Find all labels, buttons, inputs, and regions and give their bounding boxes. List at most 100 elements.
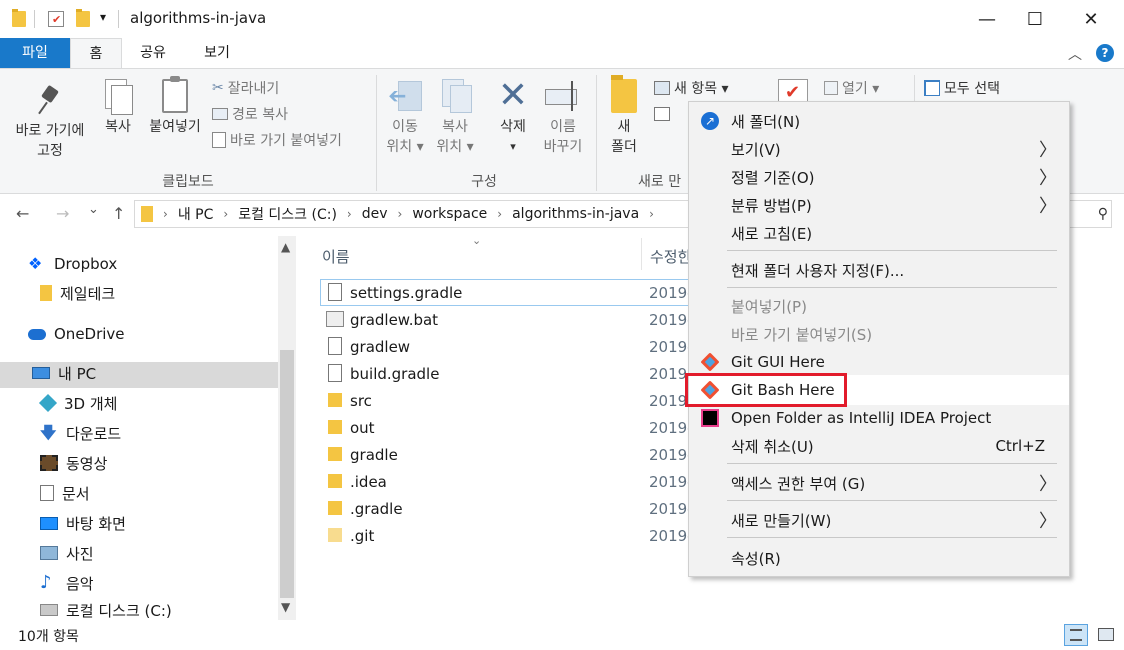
nav-item-3d-objects[interactable]: 3D 개체 xyxy=(38,388,117,418)
scroll-down-button[interactable]: ▼ xyxy=(281,600,290,614)
folder-row[interactable]: .gradle 2019- xyxy=(322,496,693,522)
scroll-up-button[interactable]: ▲ xyxy=(281,240,290,254)
nav-scrollbar-thumb[interactable] xyxy=(280,350,294,598)
menu-item-sort-by[interactable]: 정렬 기준(O) 〉 xyxy=(689,163,1069,191)
minimize-button[interactable]: — xyxy=(964,0,1010,38)
menu-item-properties[interactable]: 속성(R) xyxy=(689,544,1069,572)
file-row[interactable]: settings.gradle 2019- xyxy=(322,280,693,306)
breadcrumb-dev[interactable]: dev xyxy=(362,206,388,222)
paste-shortcut-button[interactable]: 바로 가기 붙여넣기 xyxy=(212,129,342,151)
breadcrumb-separator: › xyxy=(346,207,352,221)
close-button[interactable]: ✕ xyxy=(1068,0,1114,38)
file-row[interactable]: build.gradle 2019- xyxy=(322,361,693,387)
computer-icon xyxy=(32,367,50,379)
move-to-button[interactable]: 이동 위치 ▾ xyxy=(382,79,428,157)
menu-label: 보기(V) xyxy=(731,140,781,159)
scissors-icon: ✂ xyxy=(212,80,224,96)
new-folder-quick-access-icon[interactable] xyxy=(76,9,90,27)
folder-row[interactable]: .idea 2019- xyxy=(322,469,693,495)
menu-item-new[interactable]: 새로 만들기(W) 〉 xyxy=(689,506,1069,534)
menu-item-new-folder[interactable]: ↗ 새 폴더(N) xyxy=(689,107,1069,135)
menu-label: 새로 만들기(W) xyxy=(731,511,832,530)
copy-label: 복사 xyxy=(105,119,131,135)
nav-item-music[interactable]: ♪ 음악 xyxy=(40,568,94,598)
tab-view[interactable]: 보기 xyxy=(184,38,250,68)
file-row[interactable]: gradlew 2019- xyxy=(322,334,693,360)
forward-button[interactable]: → xyxy=(56,204,69,223)
column-header-date-modified[interactable]: 수정한 xyxy=(650,246,691,267)
select-all-button[interactable]: 모두 선택 xyxy=(924,77,1000,99)
breadcrumb-local-disk[interactable]: 로컬 디스크 (C:) xyxy=(238,204,337,224)
easy-access-button[interactable] xyxy=(654,103,670,125)
copy-to-label: 위치 ▾ xyxy=(436,139,474,155)
collapse-ribbon-button[interactable]: ︿ xyxy=(1068,44,1082,64)
nav-item-this-pc[interactable]: 내 PC xyxy=(32,358,96,388)
copy-path-button[interactable]: 경로 복사 xyxy=(212,103,288,125)
divider xyxy=(118,10,119,28)
up-button[interactable]: ↑ xyxy=(112,204,125,223)
address-bar[interactable]: › 내 PC › 로컬 디스크 (C:) › dev › workspace ›… xyxy=(134,200,690,228)
new-folder-icon: ↗ xyxy=(701,112,719,130)
menu-separator xyxy=(727,463,1057,464)
pin-to-quick-access-button[interactable]: 바로 가기에 고정 xyxy=(8,83,92,161)
menu-item-view[interactable]: 보기(V) 〉 xyxy=(689,135,1069,163)
nav-item-jeiltech[interactable]: 제일테크 xyxy=(40,278,115,308)
recent-locations-button[interactable]: ⌄ xyxy=(88,202,99,217)
properties-quick-access-icon[interactable]: ✔ xyxy=(48,11,64,27)
select-all-icon xyxy=(924,80,940,96)
nav-item-videos[interactable]: 동영상 xyxy=(40,448,107,478)
menu-item-give-access[interactable]: 액세스 권한 부여 (G) 〉 xyxy=(689,469,1069,497)
search-icon[interactable]: ⚲ xyxy=(1098,206,1108,222)
menu-item-git-gui[interactable]: Git GUI Here xyxy=(689,348,1069,376)
large-icons-view-button[interactable] xyxy=(1094,624,1118,646)
nav-item-label: Dropbox xyxy=(54,255,118,273)
menu-item-refresh[interactable]: 새로 고침(E) xyxy=(689,219,1069,247)
folder-row[interactable]: .git 2019- xyxy=(322,523,693,549)
copy-to-button[interactable]: 복사 위치 ▾ xyxy=(432,79,478,157)
folder-row[interactable]: src 2019- xyxy=(322,388,693,414)
breadcrumb-workspace[interactable]: workspace xyxy=(412,206,487,222)
delete-button[interactable]: ✕ 삭제 ▾ xyxy=(490,75,536,157)
nav-item-desktop[interactable]: 바탕 화면 xyxy=(40,508,126,538)
copy-button[interactable]: 복사 xyxy=(98,79,138,137)
menu-item-group-by[interactable]: 분류 방법(P) 〉 xyxy=(689,191,1069,219)
nav-item-documents[interactable]: 문서 xyxy=(40,478,90,508)
nav-item-local-disk[interactable]: 로컬 디스크 (C:) xyxy=(40,598,172,622)
nav-item-pictures[interactable]: 사진 xyxy=(40,538,94,568)
help-icon[interactable]: ? xyxy=(1096,44,1114,62)
rename-button[interactable]: 이름 바꾸기 xyxy=(540,79,586,157)
menu-item-undo-delete[interactable]: 삭제 취소(U) Ctrl+Z xyxy=(689,432,1069,460)
tab-share[interactable]: 공유 xyxy=(124,38,182,68)
tab-file[interactable]: 파일 xyxy=(0,38,70,68)
nav-item-dropbox[interactable]: ❖ Dropbox xyxy=(28,249,117,279)
file-row[interactable]: gradlew.bat 2019- xyxy=(322,307,693,333)
cut-button[interactable]: ✂ 잘라내기 xyxy=(212,77,279,99)
back-button[interactable]: ← xyxy=(16,204,29,223)
new-folder-button[interactable]: 새 폴더 xyxy=(604,75,644,157)
path-icon xyxy=(212,108,228,120)
paste-button[interactable]: 붙여넣기 xyxy=(144,76,206,137)
menu-item-open-intellij[interactable]: Open Folder as IntelliJ IDEA Project xyxy=(689,404,1069,432)
new-folder-label: 새 xyxy=(617,119,631,135)
nav-item-onedrive[interactable]: OneDrive xyxy=(28,319,125,349)
breadcrumb-algorithms-in-java[interactable]: algorithms-in-java xyxy=(512,206,639,222)
menu-item-customize-folder[interactable]: 현재 폴더 사용자 지정(F)... xyxy=(689,256,1069,284)
column-header-name[interactable]: 이름 xyxy=(322,246,350,267)
delete-x-icon: ✕ xyxy=(497,75,529,116)
nav-item-downloads[interactable]: 🡇 다운로드 xyxy=(40,418,121,448)
maximize-button[interactable]: ☐ xyxy=(1012,0,1058,38)
new-item-button[interactable]: 새 항목 ▾ xyxy=(654,77,729,99)
tab-home[interactable]: 홈 xyxy=(70,38,122,68)
column-divider[interactable] xyxy=(641,238,642,270)
customize-quick-access-dropdown[interactable]: ▾ xyxy=(100,10,106,24)
folder-row[interactable]: gradle 2019- xyxy=(322,442,693,468)
nav-item-label: 동영상 xyxy=(66,454,108,473)
breadcrumb-pc[interactable]: 내 PC xyxy=(178,204,214,224)
folder-row[interactable]: out 2019- xyxy=(322,415,693,441)
open-button[interactable]: 열기 ▾ xyxy=(824,77,879,99)
rename-label: 이름 xyxy=(550,119,576,135)
dropbox-icon: ❖ xyxy=(28,254,43,273)
details-view-button[interactable] xyxy=(1064,624,1088,646)
menu-label: 분류 방법(P) xyxy=(731,196,812,215)
clipboard-group-label: 클립보드 xyxy=(162,174,214,190)
